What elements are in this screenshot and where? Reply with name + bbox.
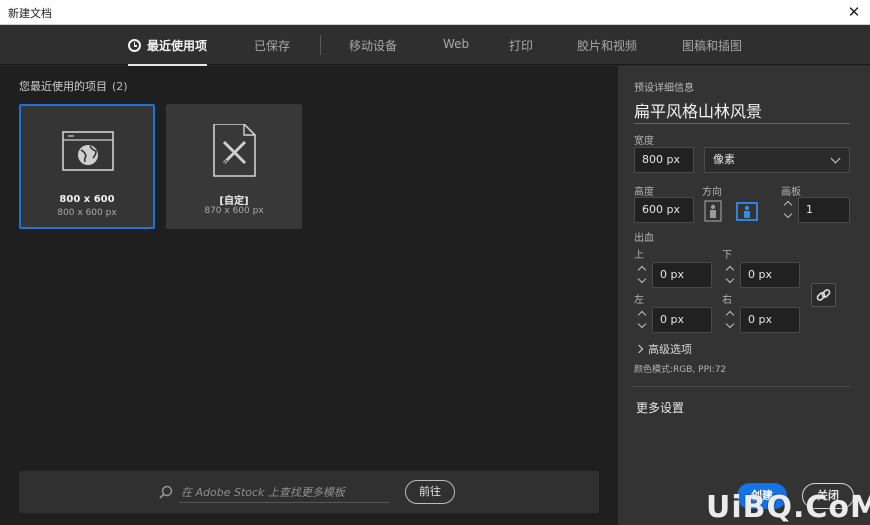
bleed-bottom-field[interactable]: 0 px [740, 262, 800, 288]
recent-section-title: 您最近使用的项目 (2) [19, 78, 128, 94]
height-field[interactable]: 600 px [634, 197, 694, 223]
color-mode-info: 颜色模式:RGB, PPI:72 [634, 365, 727, 375]
more-settings-link[interactable]: 更多设置 [636, 399, 684, 416]
tab-recent[interactable]: 最近使用项 [128, 37, 208, 66]
landscape-orientation-icon[interactable] [736, 200, 758, 222]
link-icon[interactable] [811, 283, 836, 307]
bleed-top-stepper[interactable] [636, 263, 650, 287]
custom-document-icon [166, 123, 302, 184]
tab-print[interactable]: 打印 [509, 37, 533, 54]
bleed-left-label: 左 [634, 295, 644, 306]
tab-web[interactable]: Web [443, 37, 469, 51]
tab-recent-label: 最近使用项 [147, 39, 208, 53]
card-size: 870 x 600 px [204, 206, 264, 216]
preset-details-panel: 预设详细信息 扁平风格山林风景 宽度 800 px 像素 高度 600 px 方… [618, 66, 870, 525]
height-label: 高度 [634, 187, 654, 198]
panel-divider [632, 386, 850, 387]
recent-items-area: 您最近使用的项目 (2) 800 x 600 800 x 600 px [自定]… [0, 66, 618, 525]
tab-divider [320, 35, 321, 55]
chevron-right-icon [634, 344, 644, 354]
tab-art-illustration[interactable]: 图稿和插图 [682, 37, 742, 54]
bleed-right-stepper[interactable] [724, 308, 738, 332]
window-titlebar: 新建文档 ✕ [0, 0, 870, 25]
bleed-label: 出血 [634, 233, 654, 244]
window-title: 新建文档 [8, 7, 52, 20]
clock-icon [128, 39, 141, 52]
advanced-options-label: 高级选项 [648, 343, 692, 356]
search-input[interactable]: 在 Adobe Stock 上查找更多模板 [181, 484, 345, 500]
unit-select-value: 像素 [713, 153, 735, 166]
orientation-label: 方向 [702, 187, 722, 198]
bleed-bottom-label: 下 [722, 250, 732, 261]
document-name-field[interactable]: 扁平风格山林风景 [634, 98, 850, 124]
width-label: 宽度 [634, 136, 654, 147]
category-tabs: 最近使用项 已保存 移动设备 Web 打印 胶片和视频 图稿和插图 [0, 25, 870, 66]
bleed-left-field[interactable]: 0 px [652, 307, 712, 333]
search-icon [159, 484, 173, 503]
bleed-right-label: 右 [722, 295, 732, 306]
unit-select[interactable]: 像素 [704, 147, 850, 173]
stock-search-bar: 在 Adobe Stock 上查找更多模板 前往 [19, 471, 599, 513]
card-name: 800 x 600 [59, 194, 115, 205]
card-name: [自定] [219, 196, 249, 207]
card-size: 800 x 600 px [57, 208, 117, 218]
chevron-down-icon [830, 153, 841, 164]
artboard-stepper[interactable] [782, 198, 796, 222]
web-globe-icon [21, 126, 153, 186]
advanced-options-toggle[interactable]: 高级选项 [634, 341, 692, 357]
search-underline [179, 502, 389, 503]
tab-saved[interactable]: 已保存 [254, 37, 290, 54]
recent-item-card[interactable]: 800 x 600 800 x 600 px [19, 104, 155, 229]
bleed-right-field[interactable]: 0 px [740, 307, 800, 333]
bleed-top-field[interactable]: 0 px [652, 262, 712, 288]
artboard-label: 画板 [781, 187, 801, 198]
recent-count: (2) [112, 80, 128, 93]
bleed-top-label: 上 [634, 250, 644, 261]
portrait-orientation-icon[interactable] [702, 200, 724, 222]
width-field[interactable]: 800 px [634, 147, 694, 173]
tab-mobile[interactable]: 移动设备 [349, 37, 397, 54]
recent-item-card[interactable]: [自定] 870 x 600 px [166, 104, 302, 229]
close-window-icon[interactable]: ✕ [844, 2, 864, 22]
go-button[interactable]: 前往 [405, 480, 455, 504]
bleed-bottom-stepper[interactable] [724, 263, 738, 287]
artboard-field[interactable]: 1 [798, 197, 850, 223]
bleed-left-stepper[interactable] [636, 308, 650, 332]
site-watermark: UiBQ.CoM [706, 490, 870, 525]
recent-title-text: 您最近使用的项目 [19, 80, 107, 93]
preset-details-header: 预设详细信息 [634, 83, 694, 94]
tab-film-video[interactable]: 胶片和视频 [577, 37, 637, 54]
